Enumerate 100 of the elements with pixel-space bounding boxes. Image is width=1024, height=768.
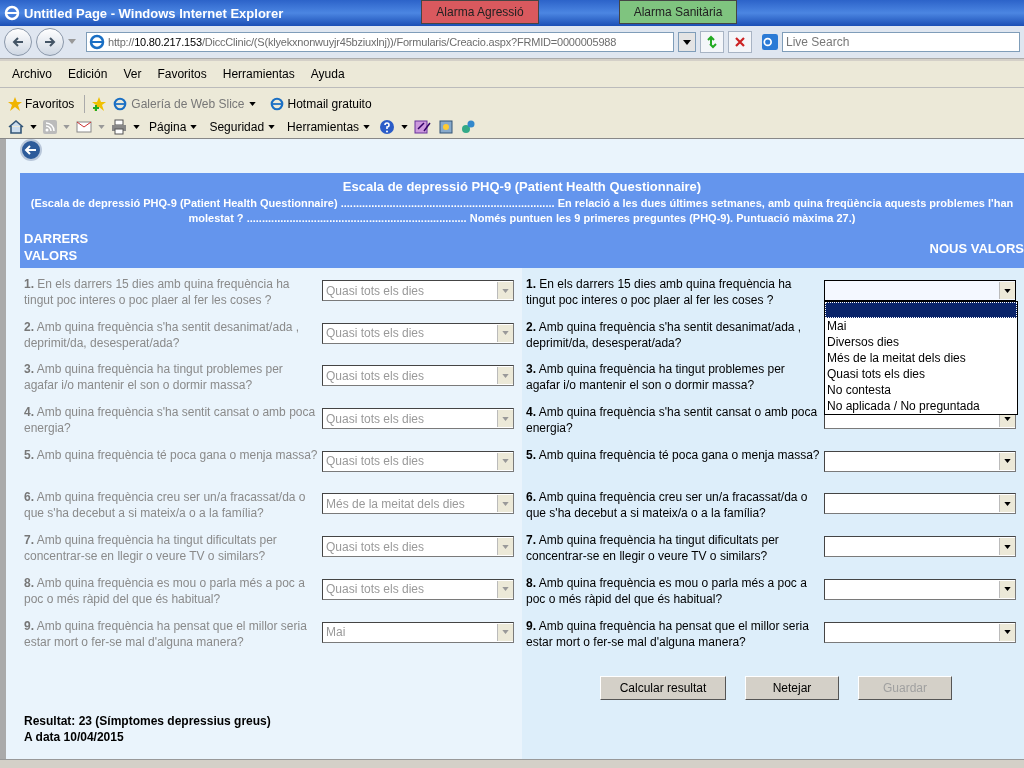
answer-select: Quasi tots els dies <box>322 536 514 558</box>
address-text: http://10.80.217.153/DiccClinic/(S(klyekxnonwuyjr45bziuxlnj))/Formularis/Creacio.aspx?FRMID=0000005988 <box>108 36 617 48</box>
page-icon <box>89 34 105 50</box>
help-icon[interactable] <box>379 119 396 135</box>
favorites-link[interactable]: Hotmail gratuito <box>269 97 372 111</box>
form-description: (Escala de depressió PHQ-9 (Patient Health Questionnaire) ...................................................................... En relació a les dues últimes setmanes, amb quina freqüència aquests problemes l'han molestat ? ........................................................................ Només puntuen les 9 primeres preguntes (PHQ-9). Puntuació màxima 27.) <box>29 196 1015 226</box>
question-text: 2. Amb quina frequència s'ha sentit desanimat/ada , deprimit/da, desesperat/ada? <box>525 318 803 351</box>
question-text: 8. Amb quina frequència es mou o parla més a poc a poc o més ràpid del que és habitual? <box>23 574 306 607</box>
question-text: 7. Amb quina frequència ha tingut dificultats per concentrar-se en llegir o veure TV o similars? <box>525 532 780 565</box>
question-text: 3. Amb quina frequència ha tingut problemes per agafar i/o mantenir el son o dormir massa? <box>525 361 786 394</box>
question-text: 3. Amb quina frequència ha tingut problemes per agafar i/o mantenir el son o dormir massa? <box>23 361 284 394</box>
dropdown-option[interactable] <box>825 302 1017 318</box>
caret-icon <box>1004 288 1011 293</box>
caret-icon <box>268 125 276 129</box>
answer-select: Quasi tots els dies <box>322 578 514 600</box>
menu-item[interactable]: Ver <box>115 67 150 81</box>
caret-icon <box>502 331 509 336</box>
question-text: 9. Amb quina frequència ha pensat que el millor seria estar mort o fer-se mal d'alguna manera? <box>525 617 810 650</box>
question-text: 5. Amb quina frequència té poca gana o menja massa? <box>525 446 821 463</box>
answer-select: Quasi tots els dies <box>322 280 514 301</box>
answer-select: Quasi tots els dies <box>322 408 514 430</box>
print-icon[interactable] <box>111 119 127 135</box>
caret-icon <box>1004 544 1011 549</box>
dropdown-option[interactable]: Quasi tots els dies <box>825 366 1017 382</box>
result-text: Resultat: 23 (Símptomes depressius greus) <box>24 713 272 729</box>
caret-icon <box>502 288 509 293</box>
menu-item[interactable]: Favoritos <box>149 67 215 81</box>
form-title: Escala de depressió PHQ-9 (Patient Health Questionnaire) <box>341 179 703 194</box>
command-menu[interactable]: Seguridad <box>209 120 276 134</box>
home-icon[interactable] <box>8 119 24 135</box>
answer-select: Quasi tots els dies <box>322 450 514 472</box>
answer-select: Mai <box>322 621 514 643</box>
dropdown-option[interactable]: Diversos dies <box>825 334 1017 350</box>
question-text: 4. Amb quina frequència s'ha sentit cansat o amb poca energia? <box>525 404 819 437</box>
refresh-icon <box>705 35 719 49</box>
dropdown-option[interactable]: Mai <box>825 318 1017 334</box>
question-text: 1. En els darrers 15 dies amb quina frequència ha tingut poc interes o poc plaer al fer les coses ? <box>23 276 291 308</box>
question-text: 1. En els darrers 15 dies amb quina frequència ha tingut poc interes o poc plaer al fer les coses ? <box>525 276 793 308</box>
answer-select[interactable] <box>824 450 1016 472</box>
dropdown-option[interactable]: No aplicada / No preguntada <box>825 398 1017 414</box>
command-menu[interactable]: Página <box>149 120 198 134</box>
question-text: 4. Amb quina frequència s'ha sentit cansat o amb poca energia? <box>23 404 317 437</box>
caret-icon[interactable] <box>133 125 140 129</box>
window-title: Untitled Page - Windows Internet Explorer <box>24 5 284 21</box>
answer-select: Quasi tots els dies <box>322 322 514 344</box>
caret-icon <box>683 39 691 45</box>
forward-button[interactable] <box>36 28 64 56</box>
caret-icon[interactable] <box>30 125 37 129</box>
alarm-button[interactable]: Alarma Agressió <box>421 0 539 24</box>
answer-select[interactable] <box>824 536 1016 558</box>
form-button[interactable]: Calcular resultat <box>600 676 726 701</box>
favorites-button[interactable]: Favoritos <box>8 97 79 111</box>
caret-icon <box>363 125 371 129</box>
command-menu[interactable]: Herramientas <box>287 120 371 134</box>
caret-icon <box>190 125 198 129</box>
caret-icon <box>502 459 509 464</box>
messenger-icon[interactable] <box>438 119 455 135</box>
answer-select[interactable] <box>824 621 1016 643</box>
answer-select[interactable] <box>824 578 1016 600</box>
forward-arrow-icon <box>43 35 57 49</box>
answer-select[interactable] <box>824 280 1016 301</box>
star-icon <box>8 97 22 111</box>
menu-item[interactable]: Archivo <box>4 67 60 81</box>
research-icon[interactable] <box>414 119 433 135</box>
address-field[interactable]: http://10.80.217.153/DiccClinic/(S(klyekxnonwuyjr45bziuxlnj))/Formularis/Creacio.aspx?FRMID=0000005988 <box>86 32 674 52</box>
answer-select: Més de la meitat dels dies <box>322 493 514 515</box>
menu-item[interactable]: Ayuda <box>302 67 353 81</box>
caret-icon <box>248 102 256 106</box>
question-text: 6. Amb quina frequència creu ser un/a fracassat/da o que s'ha decebut a si mateix/a o a la família? <box>525 489 809 522</box>
question-text: 9. Amb quina frequència ha pensat que el millor seria estar mort o fer-se mal d'alguna manera? <box>23 617 308 650</box>
mail-icon[interactable] <box>76 121 92 133</box>
column-heading: NOUS VALORS <box>929 241 1024 258</box>
result-date: A data 10/04/2015 <box>24 729 125 745</box>
dropdown-option[interactable]: Més de la meitat dels dies <box>825 350 1017 366</box>
back-arrow-icon <box>11 35 25 49</box>
caret-icon <box>1004 630 1011 634</box>
back-button[interactable] <box>4 28 32 56</box>
menu-item[interactable]: Edición <box>60 67 116 81</box>
caret-icon <box>502 373 509 378</box>
search-field[interactable]: Live Search <box>782 32 1020 52</box>
dropdown-option[interactable]: No contesta <box>825 382 1017 398</box>
browser-logo-icon <box>4 5 20 21</box>
question-text: 7. Amb quina frequència ha tingut dificultats per concentrar-se en llegir o veure TV o similars? <box>23 532 278 565</box>
dropdown-button[interactable] <box>678 32 696 52</box>
form-button[interactable]: Netejar <box>745 676 839 701</box>
answer-select[interactable] <box>824 493 1016 515</box>
caret-icon[interactable] <box>401 125 409 129</box>
caret-icon <box>1004 459 1011 464</box>
caret-icon <box>502 630 509 634</box>
answer-select: Quasi tots els dies <box>322 365 514 387</box>
alarm-button[interactable]: Alarma Sanitària <box>619 0 737 24</box>
page-icon <box>269 97 284 111</box>
plugin-icon[interactable] <box>460 119 477 135</box>
search-provider-icon[interactable] <box>762 34 778 50</box>
stop-button[interactable] <box>728 31 752 53</box>
question-text: 2. Amb quina frequència s'ha sentit desanimat/ada , deprimit/da, desesperat/ada? <box>23 318 301 351</box>
close-icon <box>734 36 746 48</box>
caret-icon <box>502 587 509 592</box>
question-text: 6. Amb quina frequència creu ser un/a fracassat/da o que s'ha decebut a si mateix/a o a la família? <box>23 489 307 522</box>
menu-item[interactable]: Herramientas <box>214 67 303 81</box>
